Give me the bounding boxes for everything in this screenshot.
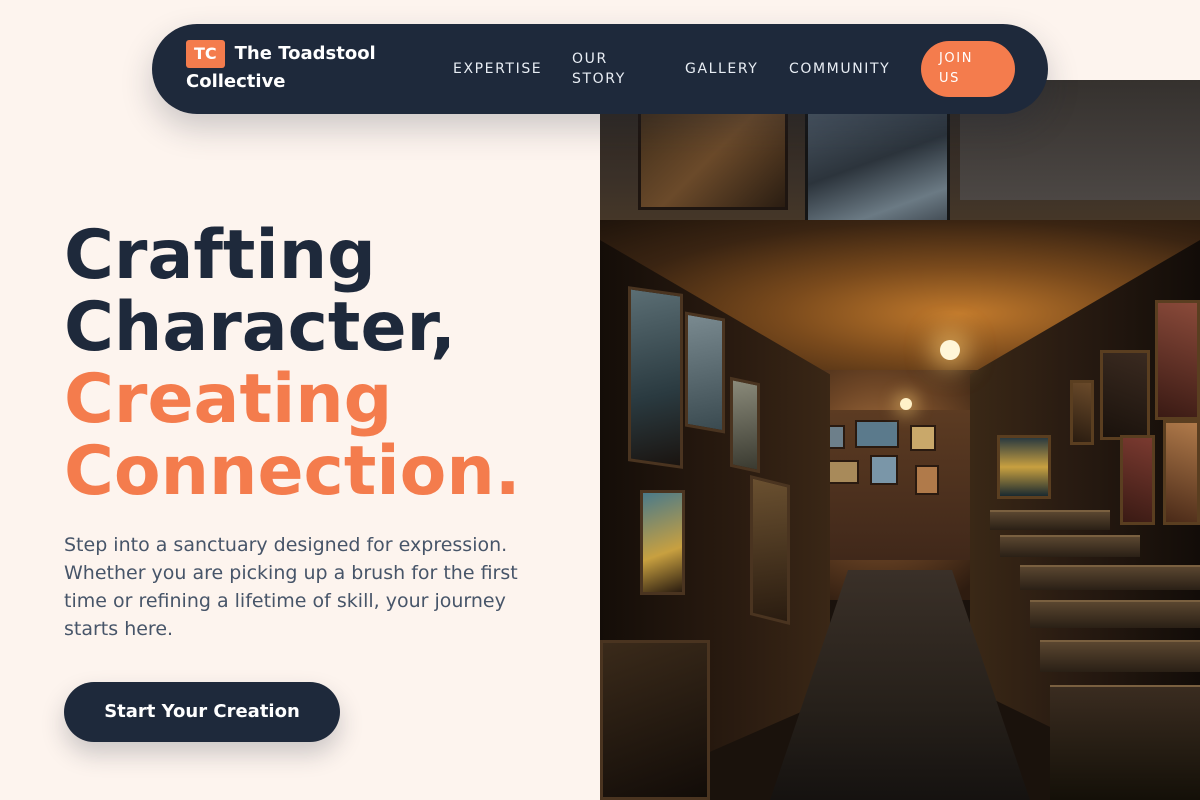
photo-small-frame: [825, 460, 859, 484]
photo-stacked-canvases: [1050, 685, 1200, 800]
hero-gallery-photo: [600, 80, 1200, 800]
photo-canvas: [730, 376, 760, 474]
hero-description: Step into a sanctuary designed for expre…: [64, 534, 518, 640]
photo-canvas: [997, 435, 1051, 499]
headline-accent-line: Connection.: [64, 432, 521, 511]
hero-headline: Crafting Character, Creating Connection.: [64, 220, 584, 508]
photo-canvas: [1100, 350, 1150, 440]
join-us-button[interactable]: JOIN US: [921, 41, 1015, 97]
photo-small-frame: [915, 465, 939, 495]
photo-light-bulb: [940, 340, 960, 360]
photo-painting: [638, 100, 788, 210]
photo-small-frame: [910, 425, 936, 451]
photo-stacked-canvases: [1020, 565, 1200, 590]
photo-canvas: [640, 490, 685, 595]
nav-link-expertise[interactable]: EXPERTISE: [453, 59, 542, 79]
photo-canvas: [1155, 300, 1200, 420]
photo-canvas: [1120, 435, 1155, 525]
photo-canvas: [685, 311, 725, 434]
photo-stacked-canvases: [1030, 600, 1200, 628]
photo-stacked-canvases: [1040, 640, 1200, 672]
photo-stacked-canvases: [990, 510, 1110, 530]
photo-stacked-canvases: [1000, 535, 1140, 557]
headline-line: Character,: [64, 288, 456, 367]
photo-canvas: [750, 475, 790, 625]
photo-small-frame: [870, 455, 898, 485]
photo-canvas: [628, 286, 683, 469]
photo-canvas: [1070, 380, 1094, 445]
photo-small-frame: [855, 420, 899, 448]
headline-accent-line: Creating: [64, 360, 393, 439]
brand-logo-link[interactable]: TC The Toadstool Collective: [186, 40, 396, 96]
nav-link-gallery[interactable]: GALLERY: [685, 59, 758, 79]
photo-light-bulb: [900, 398, 912, 410]
start-creation-button[interactable]: Start Your Creation: [64, 682, 340, 742]
nav-link-our-story[interactable]: OUR STORY: [572, 49, 642, 89]
photo-canvas: [1163, 420, 1200, 525]
headline-line: Crafting: [64, 216, 376, 295]
photo-canvas: [600, 640, 710, 800]
nav-link-community[interactable]: COMMUNITY: [789, 59, 890, 79]
brand-badge: TC: [186, 40, 225, 68]
top-navbar: TC The Toadstool Collective EXPERTISE OUR…: [152, 24, 1048, 114]
